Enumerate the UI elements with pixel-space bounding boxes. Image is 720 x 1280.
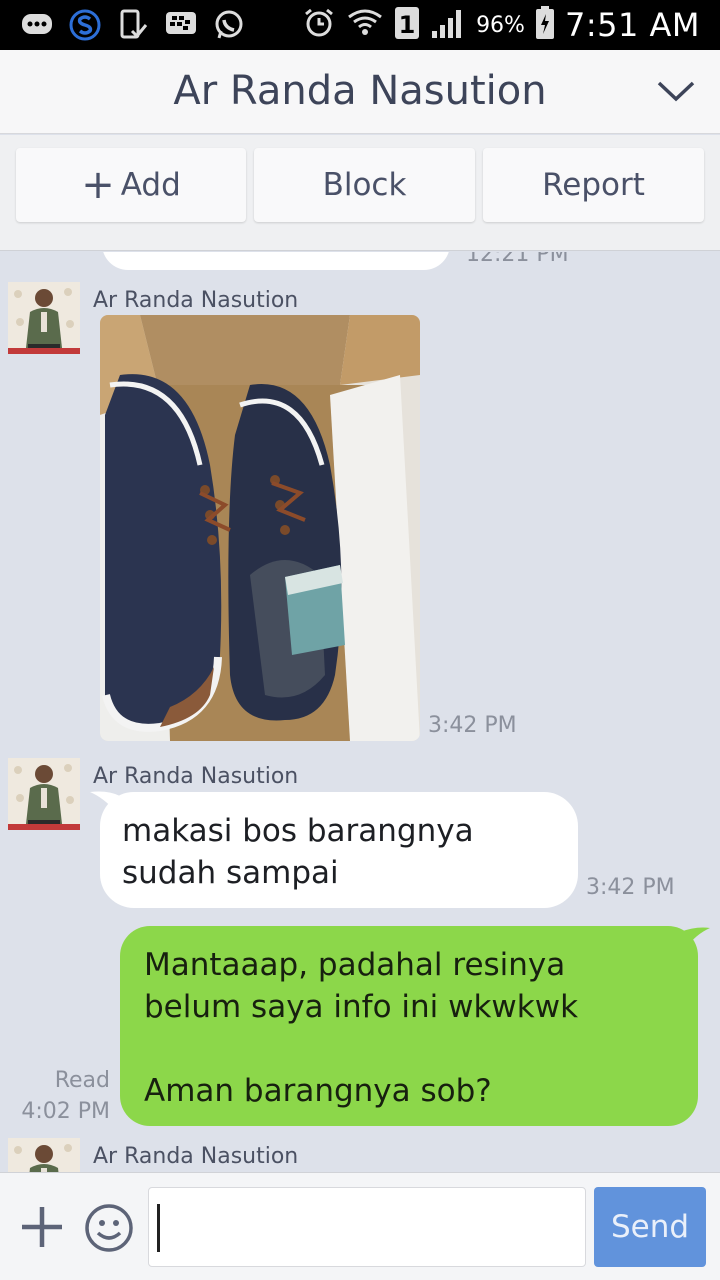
svg-text:1: 1 <box>399 11 416 39</box>
message-input-bar: Send <box>0 1172 720 1280</box>
chevron-down-icon[interactable] <box>656 76 696 106</box>
alarm-icon <box>302 7 336 43</box>
avatar[interactable] <box>8 758 80 830</box>
read-status: Read <box>54 1068 110 1093</box>
message-time: 4:02 PM <box>21 1099 110 1124</box>
message-line: belum saya info ini wkwkwk <box>144 989 579 1025</box>
clock: 7:51 AM <box>564 6 700 44</box>
previous-message-time: 12:21 PM <box>466 252 569 267</box>
avatar[interactable] <box>8 1138 80 1172</box>
sender-name: Ar Randa Nasution <box>93 1144 299 1169</box>
message-line: Mantaaap, padahal resinya <box>144 947 566 983</box>
message-line: makasi bos barangnya <box>122 813 474 849</box>
message-line <box>144 1028 674 1070</box>
avatar[interactable] <box>8 282 80 354</box>
battery-charging-icon <box>535 6 555 44</box>
chat-bubble-icon <box>20 10 54 40</box>
shoe-photo[interactable] <box>100 315 420 741</box>
battery-percent: 96% <box>476 12 525 38</box>
system-status: 1 96% 7:51 AM <box>302 0 700 50</box>
sender-name: Ar Randa Nasution <box>93 288 299 313</box>
phone-check-icon <box>116 9 150 40</box>
status-bar: 1 96% 7:51 AM <box>0 0 720 50</box>
send-button[interactable]: Send <box>594 1187 706 1267</box>
add-label: Add <box>120 167 181 203</box>
message-time: 3:42 PM <box>428 713 517 738</box>
bbm-icon <box>164 10 198 40</box>
contact-action-bar: + Add Block Report <box>0 135 720 251</box>
add-friend-button[interactable]: + Add <box>16 148 246 222</box>
s-app-icon <box>68 9 102 41</box>
plus-icon: + <box>81 162 115 208</box>
emoji-icon[interactable] <box>84 1203 134 1253</box>
report-label: Report <box>542 167 645 203</box>
wifi-icon <box>346 7 384 43</box>
plus-icon[interactable] <box>18 1203 66 1251</box>
contact-name-title: Ar Randa Nasution <box>173 68 547 114</box>
message-time: 3:42 PM <box>586 875 675 900</box>
incoming-message-bubble[interactable]: makasi bos barangnya sudah sampai <box>100 792 578 908</box>
message-line: Aman barangnya sob? <box>144 1073 492 1109</box>
sim-icon: 1 <box>394 6 420 44</box>
message-text-field[interactable] <box>148 1187 586 1267</box>
block-button[interactable]: Block <box>254 148 475 222</box>
text-cursor <box>157 1204 160 1252</box>
chat-header: Ar Randa Nasution <box>0 50 720 134</box>
signal-icon <box>430 7 466 43</box>
report-button[interactable]: Report <box>483 148 704 222</box>
previous-message-bubble[interactable] <box>102 252 450 270</box>
read-receipt: Read 4:02 PM <box>20 1068 110 1124</box>
whatsapp-icon <box>212 10 246 40</box>
message-line: sudah sampai <box>122 855 339 891</box>
message-list[interactable]: 12:21 PM Ar Randa Nasution 3:42 PM Ar Ra… <box>0 252 720 1172</box>
sender-name: Ar Randa Nasution <box>93 764 299 789</box>
notification-icons <box>20 6 246 44</box>
outgoing-message-bubble[interactable]: Mantaaap, padahal resinya belum saya inf… <box>120 926 698 1126</box>
block-label: Block <box>322 167 407 203</box>
